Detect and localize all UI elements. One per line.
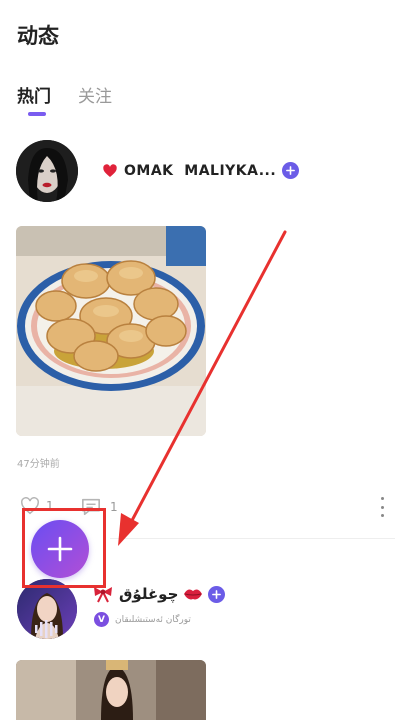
post-image[interactable] bbox=[16, 226, 206, 436]
author-subtitle: تورگان ئەستىشلىقان bbox=[115, 614, 191, 625]
post-username[interactable]: چوغلۇق bbox=[119, 585, 178, 603]
post-author-row[interactable]: چوغلۇق bbox=[92, 585, 226, 603]
follow-plus-icon[interactable] bbox=[282, 162, 300, 179]
annotation-highlight-box bbox=[22, 508, 106, 588]
post-timestamp: 47分钟前 bbox=[17, 459, 60, 470]
more-options-icon[interactable] bbox=[379, 497, 385, 517]
post-image[interactable] bbox=[16, 660, 206, 720]
comment-count: 1 bbox=[110, 500, 118, 514]
heart-icon bbox=[103, 163, 117, 177]
avatar[interactable] bbox=[16, 140, 78, 202]
post-author-row[interactable]: OMAK MALIYKA... bbox=[102, 162, 300, 179]
lips-icon bbox=[184, 589, 203, 600]
tab-follow[interactable]: 关注 bbox=[78, 82, 112, 107]
post-divider bbox=[110, 538, 395, 539]
page-title: 动态 bbox=[17, 24, 59, 48]
post-username[interactable]: OMAK MALIYKA... bbox=[124, 163, 276, 179]
tab-hot[interactable]: 热门 bbox=[17, 82, 51, 107]
author-subtitle-row: V تورگان ئەستىشلىقان bbox=[94, 612, 191, 627]
verified-badge: V bbox=[94, 612, 109, 627]
follow-plus-icon[interactable] bbox=[208, 585, 226, 603]
active-tab-indicator bbox=[28, 112, 46, 116]
avatar[interactable] bbox=[17, 579, 77, 639]
